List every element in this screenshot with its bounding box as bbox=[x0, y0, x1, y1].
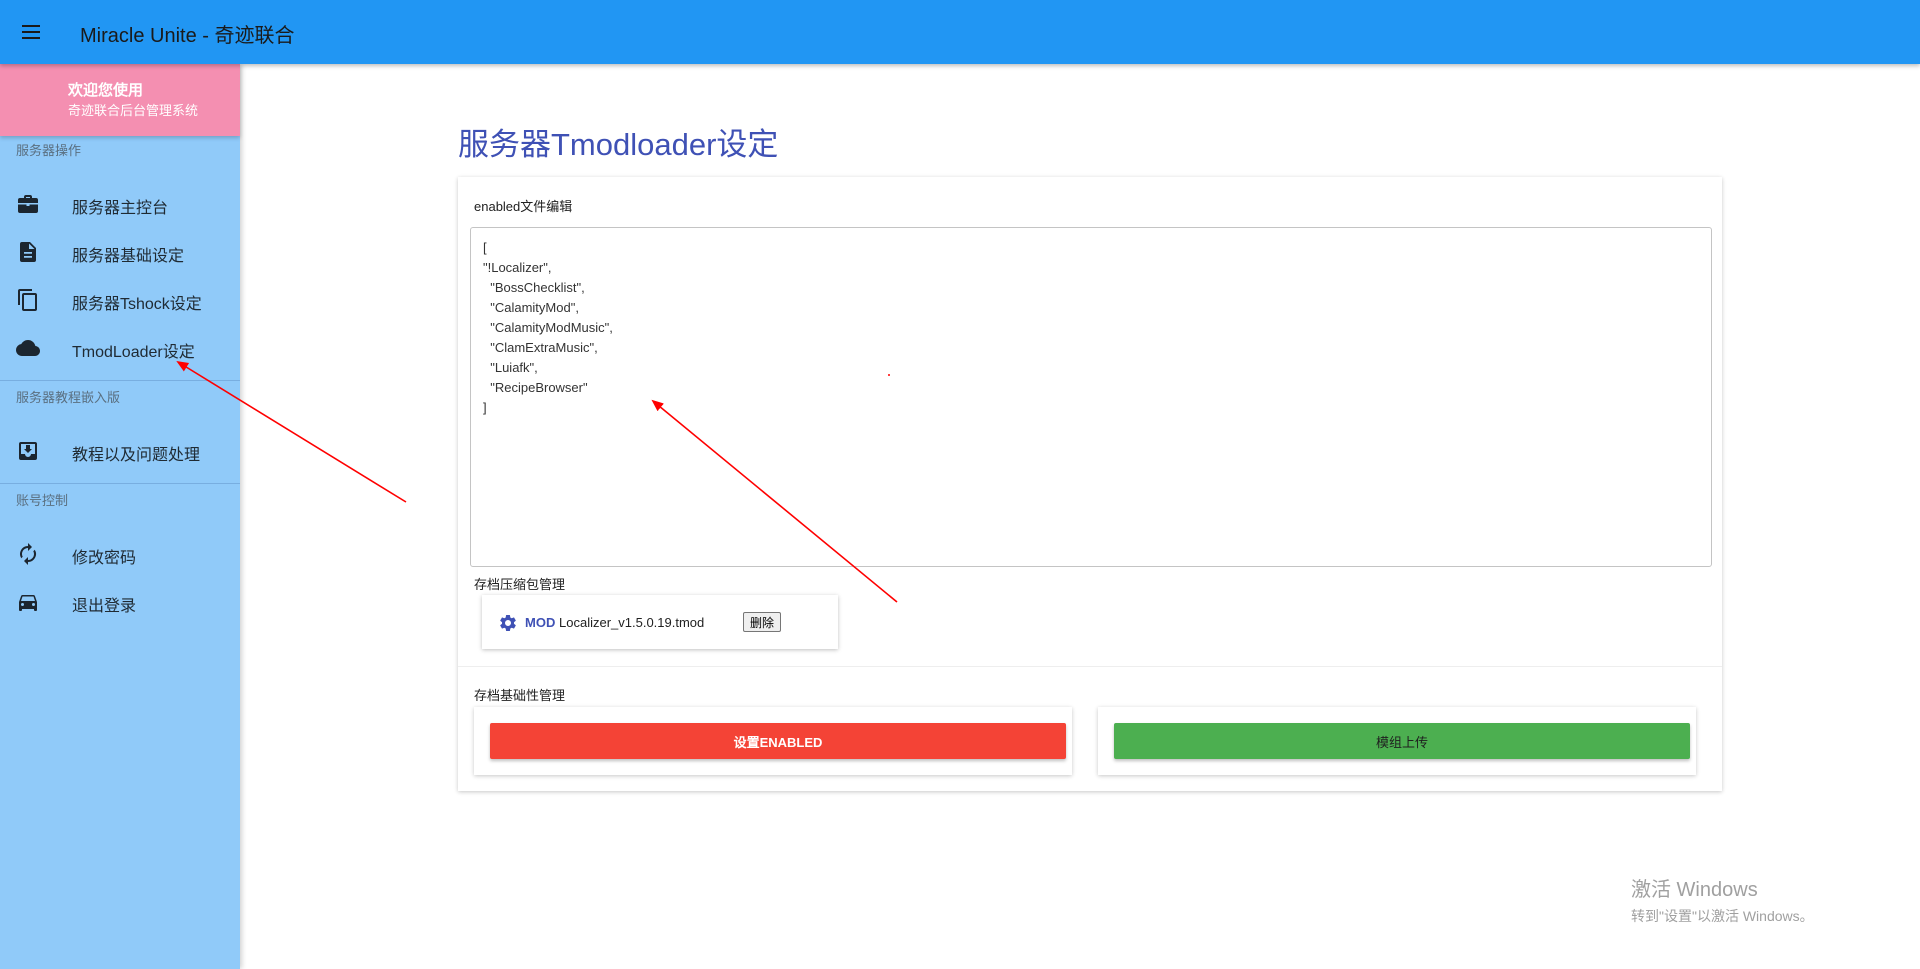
cloud-icon bbox=[16, 340, 40, 356]
sidebar-item-label: 教程以及问题处理 bbox=[72, 447, 201, 464]
section-header-account: 账号控制 bbox=[16, 493, 69, 508]
document-icon bbox=[20, 242, 36, 262]
sidebar-item-label: 修改密码 bbox=[72, 550, 137, 567]
section-header-tutorials: 服务器教程嵌入版 bbox=[16, 390, 121, 405]
sidebar-item-tmodloader[interactable]: TmodLoader设定 bbox=[0, 324, 240, 372]
enabled-file-editor[interactable]: [ "!Localizer", "BossChecklist", "Calami… bbox=[470, 227, 1712, 567]
archive-label: 存档压缩包管理 bbox=[474, 577, 566, 592]
set-enabled-button[interactable]: 设置ENABLED bbox=[490, 723, 1066, 759]
welcome-banner: 欢迎您使用 奇迹联合后台管理系统 bbox=[0, 64, 240, 136]
set-enabled-card: 设置ENABLED bbox=[474, 707, 1072, 775]
basic-management-label: 存档基础性管理 bbox=[474, 688, 566, 703]
sidebar-item-label: 退出登录 bbox=[72, 598, 137, 615]
briefcase-icon bbox=[18, 195, 38, 213]
sidebar-item-label: 服务器Tshock设定 bbox=[72, 296, 202, 313]
gear-icon bbox=[500, 615, 516, 631]
sidebar-item-change-password[interactable]: 修改密码 bbox=[0, 530, 240, 578]
section-header-server-ops: 服务器操作 bbox=[16, 143, 82, 158]
mod-item-card: MOD Localizer_v1.5.0.19.tmod 删除 bbox=[482, 595, 838, 649]
divider bbox=[0, 380, 240, 381]
page-title: 服务器Tmodloader设定 bbox=[458, 127, 779, 162]
windows-activation-watermark: 激活 Windows 转到"设置"以激活 Windows。 bbox=[1631, 873, 1814, 926]
divider bbox=[0, 483, 240, 484]
sidebar-item-label: TmodLoader设定 bbox=[72, 344, 195, 361]
settings-card: enabled文件编辑 [ "!Localizer", "BossCheckli… bbox=[458, 177, 1722, 791]
car-icon bbox=[19, 595, 37, 611]
app-title: Miracle Unite - 奇迹联合 bbox=[80, 25, 295, 47]
sidebar-item-tshock[interactable]: 服务器Tshock设定 bbox=[0, 276, 240, 324]
refresh-icon bbox=[20, 543, 36, 565]
mod-file-name: Localizer_v1.5.0.19.tmod bbox=[559, 615, 705, 630]
welcome-subtitle: 奇迹联合后台管理系统 bbox=[68, 103, 199, 118]
mod-tag: MOD bbox=[525, 615, 556, 630]
inbox-download-icon bbox=[19, 442, 37, 460]
sidebar-item-label: 服务器基础设定 bbox=[72, 248, 185, 265]
copy-icon bbox=[18, 289, 37, 311]
sidebar-item-label: 服务器主控台 bbox=[72, 200, 169, 217]
upload-mod-card: 模组上传 bbox=[1098, 707, 1696, 775]
sidebar-item-server-basic[interactable]: 服务器基础设定 bbox=[0, 228, 240, 276]
nav-drawer: 欢迎您使用 奇迹联合后台管理系统 服务器操作 服务器主控台 服务器基础设定 服务… bbox=[0, 64, 240, 969]
upload-mod-button[interactable]: 模组上传 bbox=[1114, 723, 1690, 759]
app-bar: Miracle Unite - 奇迹联合 bbox=[0, 0, 1920, 64]
delete-mod-button[interactable]: 删除 bbox=[743, 612, 782, 632]
enabled-file-label: enabled文件编辑 bbox=[474, 199, 573, 214]
sidebar-item-tutorials[interactable]: 教程以及问题处理 bbox=[0, 427, 240, 475]
welcome-title: 欢迎您使用 bbox=[68, 82, 144, 99]
menu-icon[interactable] bbox=[18, 20, 46, 44]
sidebar-item-server-console[interactable]: 服务器主控台 bbox=[0, 180, 240, 228]
divider bbox=[458, 666, 1722, 667]
watermark-title: 激活 Windows bbox=[1631, 879, 1758, 901]
watermark-subtitle: 转到"设置"以激活 Windows。 bbox=[1631, 908, 1814, 924]
sidebar-item-logout[interactable]: 退出登录 bbox=[0, 578, 240, 626]
